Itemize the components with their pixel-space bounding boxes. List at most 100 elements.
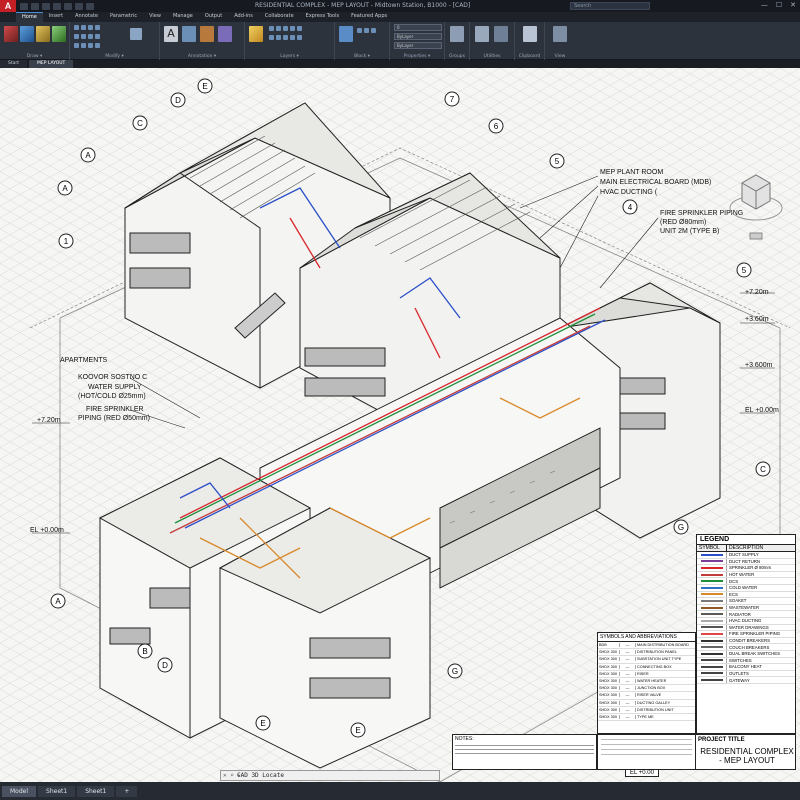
lineweight-dropdown[interactable]: ByLayer (394, 42, 442, 49)
close-button[interactable]: ✕ (790, 1, 796, 9)
layer-properties-icon[interactable] (249, 26, 263, 42)
tab-insert[interactable]: Insert (43, 12, 69, 22)
grid-marker-e: E (197, 78, 213, 94)
stretch-tool[interactable] (74, 43, 100, 48)
legend-swatch (697, 617, 727, 624)
layout-tab-sheet2[interactable]: Sheet1 (77, 785, 115, 797)
layer-tools-row-2[interactable] (269, 35, 302, 40)
calculator-icon[interactable] (494, 26, 508, 42)
view-icon[interactable] (553, 26, 567, 42)
tab-output[interactable]: Output (199, 12, 228, 22)
utilities-panel-title[interactable]: Utilities (470, 54, 514, 59)
layout-tab-model[interactable]: Model (2, 785, 37, 797)
grid-marker-a: A (80, 147, 96, 163)
modify-panel-title[interactable]: Modify ▾ (70, 54, 159, 59)
legend-swatch (697, 677, 727, 683)
legend-description: CONDIT BREAKERS (729, 638, 770, 644)
color-dropdown[interactable]: 0 (394, 24, 442, 31)
app-logo[interactable]: A (0, 0, 16, 12)
block-tools[interactable] (357, 28, 376, 33)
tab-annotate[interactable]: Annotate (69, 12, 104, 22)
text-tool-icon[interactable]: A (164, 26, 178, 42)
maximize-button[interactable]: ☐ (776, 1, 782, 9)
tab-home[interactable]: Home (16, 12, 43, 22)
view-panel-title[interactable]: View (545, 54, 575, 59)
symbol-cell: SHDX 300 (598, 664, 620, 669)
legend-swatch (697, 578, 727, 584)
legend-row: DUAL BREAK SWITCHES (697, 650, 795, 658)
save-as-icon[interactable] (53, 2, 61, 10)
add-layout-button[interactable]: + (116, 785, 138, 797)
print-icon[interactable] (64, 2, 72, 10)
legend-description: ECS (729, 591, 738, 597)
doc-tab-start[interactable]: Start (0, 60, 27, 68)
legend-swatch (697, 571, 727, 578)
new-icon[interactable] (20, 2, 28, 10)
tab-featured-apps[interactable]: Featured Apps (345, 12, 393, 22)
elevation-right-1: +7.20m (745, 289, 769, 296)
draw-panel-title[interactable]: Draw ▾ (0, 54, 69, 59)
groups-panel-title[interactable]: Groups (445, 54, 469, 59)
symbol-row: SHDX 300— DUCTING GALLEY (598, 700, 695, 707)
block-panel-title[interactable]: Block ▾ (335, 54, 389, 59)
viewcube-icon[interactable] (728, 163, 784, 243)
table-tool-icon[interactable] (218, 26, 232, 42)
legend-row: WATER DRAWINGS (697, 624, 795, 632)
minimize-button[interactable]: — (761, 1, 768, 9)
search-input[interactable]: Search (570, 2, 650, 10)
symbol-cell: SHDX 300 (598, 693, 620, 698)
callout-roof: KOOVOR SOSTNO C (78, 374, 148, 381)
title-block: PROJECT TITLE RESIDENTIAL COMPLEX - MEP … (597, 734, 796, 770)
tab-manage[interactable]: Manage (167, 12, 199, 22)
dimension-tool-icon[interactable] (182, 26, 196, 42)
measure-icon[interactable] (475, 26, 489, 42)
leader-tool-icon[interactable] (200, 26, 214, 42)
arc-tool-icon[interactable] (52, 26, 66, 42)
annotation-panel-title[interactable]: Annotation ▾ (160, 54, 244, 59)
symbol-cell: SHDX 300 (598, 700, 620, 705)
callout-fire-sprinkler-left: FIRE SPRINKLER (86, 406, 144, 413)
open-icon[interactable] (31, 2, 39, 10)
clipboard-panel-title[interactable]: Clipboard (515, 54, 544, 59)
layout-tab-sheet1[interactable]: Sheet1 (38, 785, 76, 797)
polyline-tool-icon[interactable] (20, 26, 34, 42)
paste-icon[interactable] (523, 26, 537, 42)
grid-marker-b: B (137, 643, 153, 659)
legend-row: SWITCHES (697, 657, 795, 665)
move-tool[interactable] (74, 25, 100, 30)
tab-view[interactable]: View (143, 12, 167, 22)
tab-collaborate[interactable]: Collaborate (259, 12, 300, 22)
legend-swatch (697, 552, 727, 558)
doc-tab-mep-layout[interactable]: MEP LAYOUT (29, 60, 74, 68)
view-panel: View (545, 22, 575, 60)
group-icon[interactable] (450, 26, 464, 42)
command-line[interactable]: ✕ ⌕ ▸ CAD 3D Locate (220, 770, 440, 781)
insert-block-icon[interactable] (339, 26, 353, 42)
symbol-cell: JUNCTION BOX (637, 686, 666, 691)
save-icon[interactable] (42, 2, 50, 10)
circle-tool-icon[interactable] (36, 26, 50, 42)
tab-express-tools[interactable]: Express Tools (300, 12, 345, 22)
tab-parametric[interactable]: Parametric (104, 12, 143, 22)
redo-icon[interactable] (86, 2, 94, 10)
properties-panel-title[interactable]: Properties ▾ (390, 54, 444, 59)
undo-icon[interactable] (75, 2, 83, 10)
legend-description: DCS (729, 578, 739, 584)
tab-addins[interactable]: Add-ins (228, 12, 259, 22)
ribbon-tabs: Home Insert Annotate Parametric View Man… (16, 12, 393, 22)
copy-tool[interactable] (74, 34, 100, 39)
draw-panel: Draw ▾ (0, 22, 70, 60)
symbol-row: SHDX 300— TYPE ME (598, 714, 695, 722)
trim-tool-icon[interactable] (130, 28, 142, 40)
callout-fire-sprinkler-left-2: PIPING (RED Ø50mm) (78, 415, 150, 422)
annotation-panel: A Annotation ▾ (160, 22, 245, 60)
grid-marker-g: G (447, 663, 463, 679)
line-tool-icon[interactable] (4, 26, 18, 42)
symbol-cell: — (620, 707, 636, 712)
layer-tools-row-1[interactable] (269, 26, 302, 31)
symbol-row: SHDX 300— JUNCTION BOX (598, 685, 695, 693)
linetype-dropdown[interactable]: ByLayer (394, 33, 442, 40)
command-prefix-icons[interactable]: ✕ ⌕ ▸ (223, 771, 241, 780)
layers-panel-title[interactable]: Layers ▾ (245, 54, 334, 59)
legend-description: COLD WATER (729, 585, 758, 591)
